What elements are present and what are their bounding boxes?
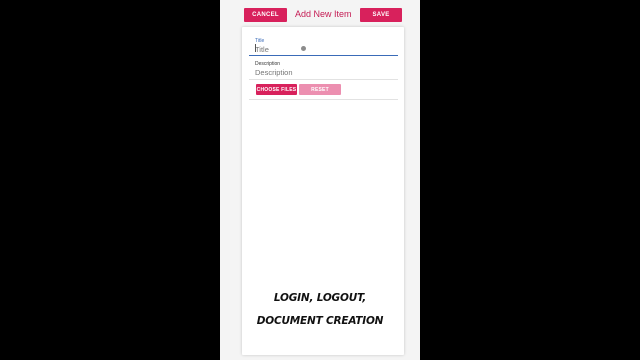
title-input[interactable]: [255, 44, 390, 54]
title-input-underline: [249, 55, 398, 56]
video-caption: LOGIN, LOGOUT, DOCUMENT CREATION: [250, 287, 390, 333]
page-title: Add New Item: [295, 9, 352, 19]
caption-line-2: DOCUMENT CREATION: [256, 315, 384, 327]
phone-screen: CANCEL Add New Item SAVE Title Descripti…: [220, 0, 420, 360]
reset-button[interactable]: RESET: [299, 84, 341, 95]
mouse-cursor-icon: [301, 46, 306, 51]
files-divider: [249, 99, 398, 100]
text-caret: [255, 44, 256, 52]
description-input[interactable]: [255, 67, 390, 77]
cancel-button[interactable]: CANCEL: [244, 8, 287, 22]
choose-files-button[interactable]: CHOOSE FILES: [256, 84, 297, 95]
caption-line-1: LOGIN, LOGOUT,: [273, 292, 367, 304]
app-header: CANCEL Add New Item SAVE: [220, 0, 420, 30]
description-input-underline: [249, 79, 398, 80]
save-button[interactable]: SAVE: [360, 8, 402, 22]
